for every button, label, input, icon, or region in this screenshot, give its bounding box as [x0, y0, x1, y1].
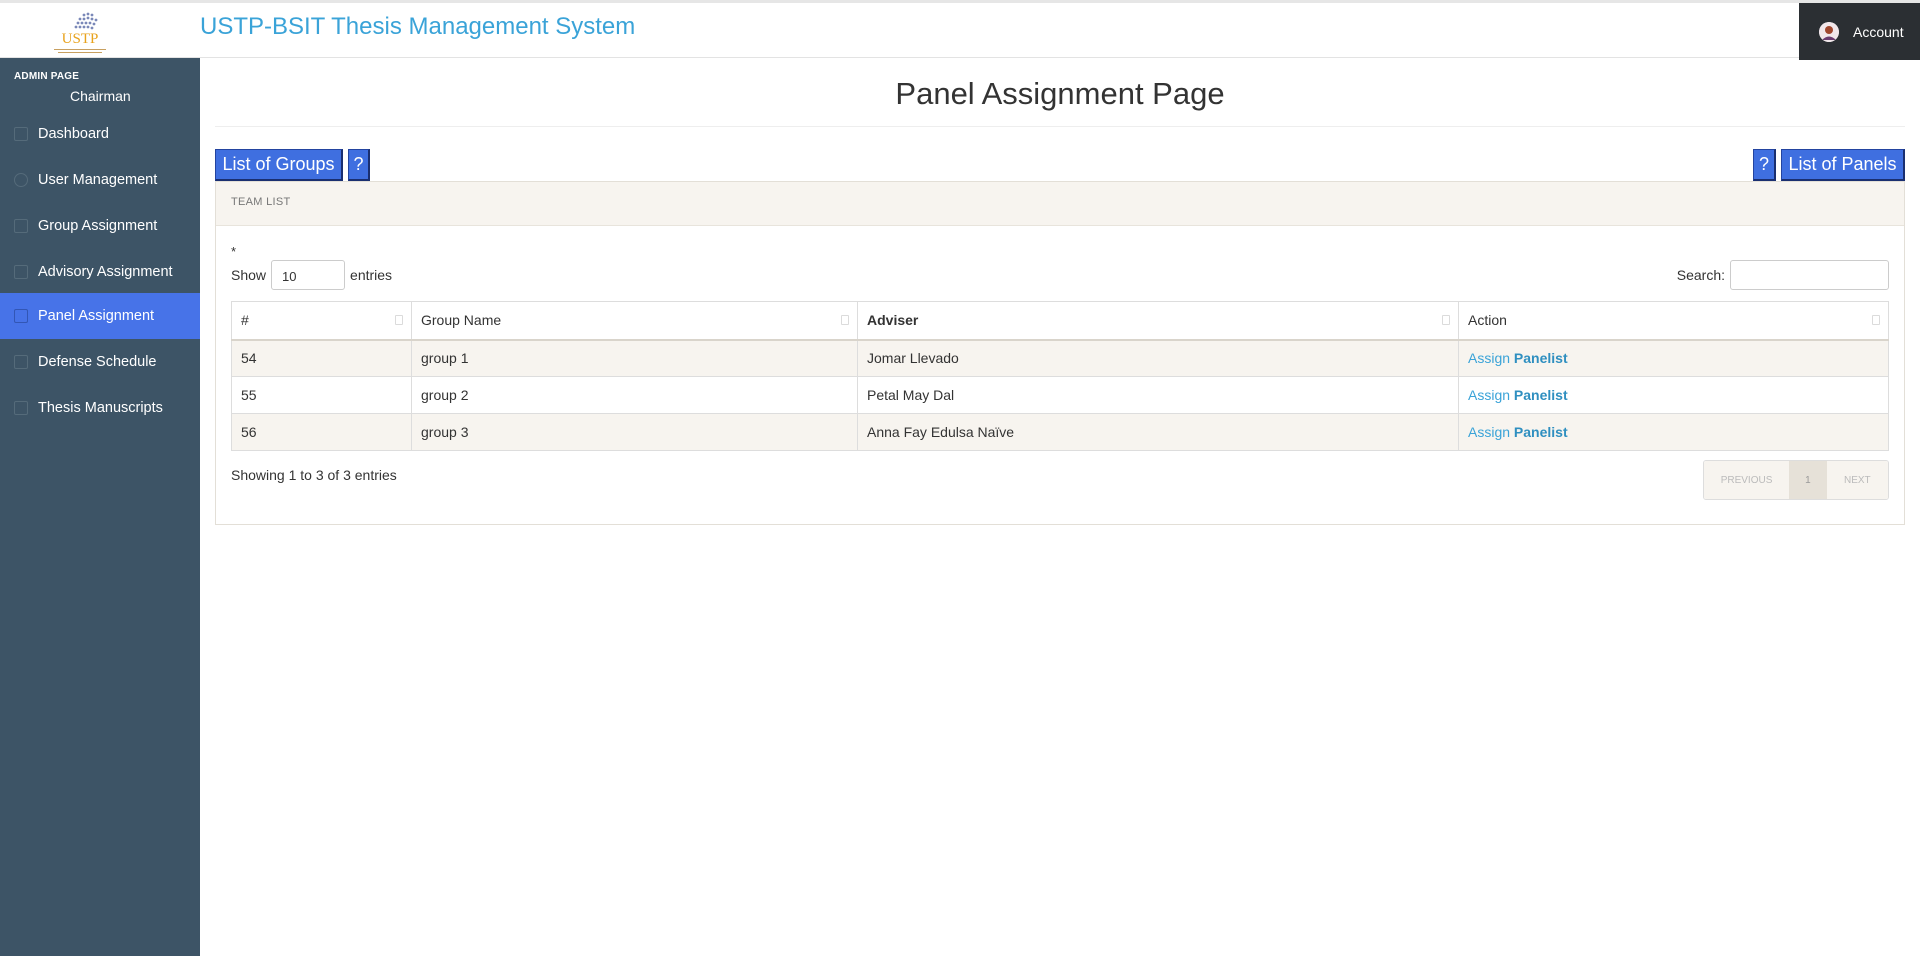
panel-heading: TEAM LIST — [216, 182, 1904, 226]
column-header-number[interactable]: # — [231, 301, 412, 341]
column-header-action[interactable]: Action — [1458, 301, 1889, 341]
sidebar-item-panel-assignment[interactable]: Panel Assignment — [0, 293, 200, 339]
entries-label: entries — [350, 267, 393, 283]
sidebar-item-label: User Management — [38, 172, 158, 188]
account-label: Account — [1853, 23, 1904, 40]
cell-adviser: Anna Fay Edulsa Naïve — [857, 413, 1459, 451]
search-input[interactable] — [1730, 260, 1889, 290]
entries-select[interactable]: 10 — [271, 260, 346, 290]
sidebar-item-dashboard[interactable]: Dashboard — [0, 111, 200, 157]
sidebar-item-label: Thesis Manuscripts — [38, 400, 163, 416]
assign-panelist-link[interactable]: Assign Panelist — [1468, 350, 1568, 366]
list-of-panels-button[interactable]: List of Panels — [1781, 149, 1905, 181]
sidebar-item-defense-schedule[interactable]: Defense Schedule — [0, 339, 200, 385]
sort-icon — [1442, 315, 1450, 325]
role-label: Chairman — [70, 88, 131, 104]
logo-text: USTP — [62, 31, 99, 47]
table-info: Showing 1 to 3 of 3 entries — [231, 467, 397, 483]
show-label: Show — [231, 267, 267, 283]
sidebar-item-thesis-manuscripts[interactable]: Thesis Manuscripts — [0, 385, 200, 431]
sidebar-item-label: Dashboard — [38, 126, 109, 142]
table-row: 55 group 2 Petal May Dal Assign Panelist — [231, 376, 1889, 414]
ustp-logo[interactable]: USTP — [44, 5, 116, 59]
cell-group-name: group 1 — [411, 339, 858, 377]
account-menu[interactable]: Account — [1799, 3, 1920, 60]
page-1-button[interactable]: 1 — [1789, 461, 1827, 499]
cell-number: 56 — [231, 413, 412, 451]
sidebar-item-label: Advisory Assignment — [38, 264, 173, 280]
top-bar: USTP USTP-BSIT Thesis Management System … — [0, 0, 1920, 60]
list-of-groups-button[interactable]: List of Groups — [215, 149, 343, 181]
help-button-panels[interactable]: ? — [1753, 149, 1776, 181]
entries-length-control: Show 10 entries — [231, 260, 392, 290]
sidebar: ADMIN PAGE Chairman Dashboard User Manag… — [0, 58, 200, 956]
cell-number: 54 — [231, 339, 412, 377]
user-circle-icon — [14, 173, 28, 187]
assign-panelist-link[interactable]: Assign Panelist — [1468, 424, 1568, 440]
asterisk-note: * — [231, 244, 237, 259]
table-row: 54 group 1 Jomar Llevado Assign Panelist — [231, 339, 1889, 377]
pagination: PREVIOUS 1 NEXT — [1703, 460, 1889, 500]
column-header-adviser[interactable]: Adviser — [857, 301, 1459, 341]
search-label: Search: — [1676, 267, 1725, 283]
sidebar-item-advisory-assignment[interactable]: Advisory Assignment — [0, 249, 200, 295]
cell-group-name: group 2 — [411, 376, 858, 414]
cell-action: Assign Panelist — [1458, 339, 1889, 377]
admin-page-label: ADMIN PAGE — [14, 71, 80, 82]
cell-number: 55 — [231, 376, 412, 414]
next-page-button[interactable]: NEXT — [1826, 461, 1888, 499]
cell-action: Assign Panelist — [1458, 413, 1889, 451]
sidebar-item-label: Defense Schedule — [38, 354, 157, 370]
table-row: 56 group 3 Anna Fay Edulsa Naïve Assign … — [231, 413, 1889, 451]
sort-icon — [395, 315, 403, 325]
team-table: # Group Name Adviser Action 54 group 1 J… — [231, 301, 1889, 451]
table-header-row: # Group Name Adviser Action — [231, 301, 1889, 341]
search-control: Search: — [1677, 260, 1889, 290]
chart-icon — [14, 355, 28, 369]
help-button-groups[interactable]: ? — [348, 149, 370, 181]
chart-icon — [14, 265, 28, 279]
sort-icon — [1872, 315, 1880, 325]
sidebar-item-label: Panel Assignment — [38, 308, 155, 324]
cell-adviser: Petal May Dal — [857, 376, 1459, 414]
chart-icon — [14, 309, 28, 323]
cell-adviser: Jomar Llevado — [857, 339, 1459, 377]
title-divider — [215, 126, 1905, 127]
sidebar-item-label: Group Assignment — [38, 218, 158, 234]
team-list-panel: TEAM LIST * Show 10 entries Search: # Gr… — [215, 181, 1905, 525]
sidebar-item-group-assignment[interactable]: Group Assignment — [0, 203, 200, 249]
sidebar-item-user-management[interactable]: User Management — [0, 157, 200, 203]
column-header-group-name[interactable]: Group Name — [411, 301, 858, 341]
page-title: Panel Assignment Page — [895, 76, 1225, 111]
app-title: USTP-BSIT Thesis Management System — [200, 13, 636, 40]
cell-group-name: group 3 — [411, 413, 858, 451]
cell-action: Assign Panelist — [1458, 376, 1889, 414]
previous-page-button[interactable]: PREVIOUS — [1704, 461, 1790, 499]
sort-icon — [841, 315, 849, 325]
chart-icon — [14, 219, 28, 233]
chart-icon — [14, 401, 28, 415]
chart-icon — [14, 127, 28, 141]
assign-panelist-link[interactable]: Assign Panelist — [1468, 387, 1568, 403]
avatar-icon — [1819, 21, 1839, 42]
